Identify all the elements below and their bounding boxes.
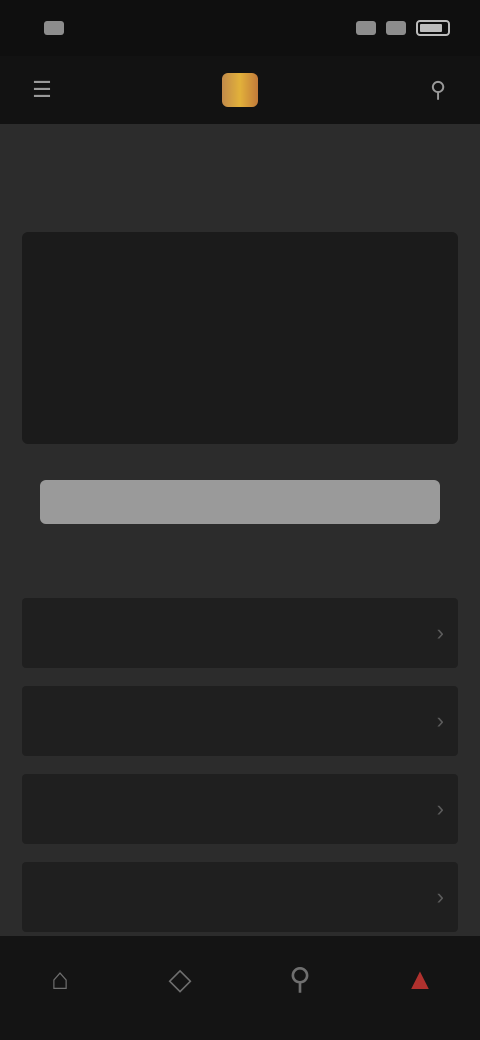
search-icon[interactable]: ⚲ — [418, 70, 458, 110]
status-right — [356, 20, 450, 36]
battery-icon — [416, 20, 450, 36]
nav-item-account[interactable]: ▲ — [385, 948, 455, 1018]
chevron-right-icon: › — [436, 796, 444, 821]
status-bar — [0, 0, 480, 56]
nav-item-home[interactable]: ⌂ — [25, 948, 95, 1018]
home-icon: ⌂ — [50, 963, 70, 996]
chevron-right-icon: › — [436, 620, 444, 645]
bottom-nav: ⌂ ◇ ⚲ ▲ — [0, 936, 480, 1040]
wifi-icon — [386, 21, 406, 35]
nav-item-offers[interactable]: ◇ — [145, 948, 215, 1018]
notification-icon — [44, 21, 64, 35]
status-left — [30, 21, 64, 35]
nav-item-locations[interactable]: ⚲ — [265, 948, 335, 1018]
pin-icon: ⚲ — [289, 963, 311, 996]
list-item[interactable]: › — [22, 862, 458, 932]
menu-icon[interactable]: ☰ — [22, 70, 62, 110]
list-item[interactable]: › — [22, 686, 458, 756]
info-card — [22, 232, 458, 444]
chevron-right-icon: › — [436, 884, 444, 909]
list-item[interactable]: › — [22, 774, 458, 844]
app-logo[interactable] — [222, 73, 258, 107]
primary-button[interactable] — [40, 480, 440, 524]
signal-icon — [356, 21, 376, 35]
list-item[interactable]: › — [22, 598, 458, 668]
main-content: › › › › › — [0, 124, 480, 936]
chevron-right-icon: › — [436, 708, 444, 733]
tag-icon: ◇ — [168, 963, 192, 996]
app-header: ☰ ⚲ — [0, 56, 480, 124]
user-icon: ▲ — [405, 963, 435, 996]
